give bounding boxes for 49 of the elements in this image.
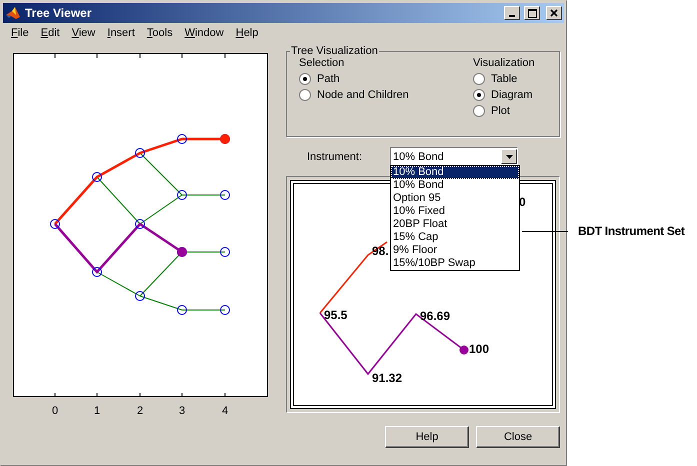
value-label: 96.69 xyxy=(420,309,450,323)
menu-item[interactable]: Window xyxy=(178,26,230,38)
menu-item[interactable]: Help xyxy=(230,26,264,38)
dropdown-option[interactable]: 10% Bond xyxy=(391,166,519,179)
radio-label: Plot xyxy=(491,105,510,117)
close-button[interactable] xyxy=(546,6,562,20)
menu-item[interactable]: View xyxy=(66,26,102,38)
menu-item[interactable]: Tools xyxy=(140,26,179,38)
radio-option[interactable]: Diagram xyxy=(473,89,551,101)
radio-option[interactable]: Path xyxy=(299,73,409,85)
value-label: 95.5 xyxy=(324,308,348,322)
radio-label: Path xyxy=(317,73,340,85)
radio-button[interactable] xyxy=(473,105,485,117)
axis-tick-label: 1 xyxy=(94,405,100,417)
dropdown-arrow-button[interactable] xyxy=(501,149,517,164)
caret-icon xyxy=(506,154,512,158)
group-title: Tree Visualization xyxy=(290,45,379,57)
value-label: 98. xyxy=(372,244,389,258)
axis-tick-label: 4 xyxy=(222,405,228,417)
menu-item[interactable]: Edit xyxy=(34,26,66,38)
minimize-button[interactable] xyxy=(504,6,520,20)
radio-button[interactable] xyxy=(473,73,485,85)
menu-item[interactable]: File xyxy=(5,26,35,38)
radio-button[interactable] xyxy=(473,89,485,101)
callout-label: BDT Instrument Set xyxy=(578,224,685,238)
radio-option[interactable]: Node and Children xyxy=(299,89,409,101)
radio-label: Diagram xyxy=(491,89,533,101)
radio-button[interactable] xyxy=(299,89,311,101)
axis-tick-label: 3 xyxy=(178,405,186,417)
column-heading: Visualization xyxy=(473,57,536,69)
radio-button[interactable] xyxy=(299,73,311,85)
radio-label: Table xyxy=(491,73,518,85)
value-label: 91.32 xyxy=(372,371,402,385)
field-label: Instrument: xyxy=(307,150,364,162)
maximize-icon xyxy=(528,8,536,18)
maximize-button[interactable] xyxy=(524,6,540,20)
radio-label: Node and Children xyxy=(317,89,409,101)
radio-option[interactable]: Plot xyxy=(473,105,551,117)
radio-option[interactable]: Table xyxy=(473,73,551,85)
close-icon xyxy=(550,9,558,17)
app-logo-icon xyxy=(5,5,21,21)
column-heading: Selection xyxy=(299,57,346,69)
value-label: 100 xyxy=(469,342,490,356)
menu-item[interactable]: Insert xyxy=(101,26,141,38)
dialog-button[interactable]: Help xyxy=(385,426,469,448)
axis-tick-label: 2 xyxy=(136,405,144,417)
axis-tick-label: 0 xyxy=(52,405,58,417)
dialog-button[interactable]: Close xyxy=(476,426,560,448)
window-title: Tree Viewer xyxy=(25,6,92,20)
